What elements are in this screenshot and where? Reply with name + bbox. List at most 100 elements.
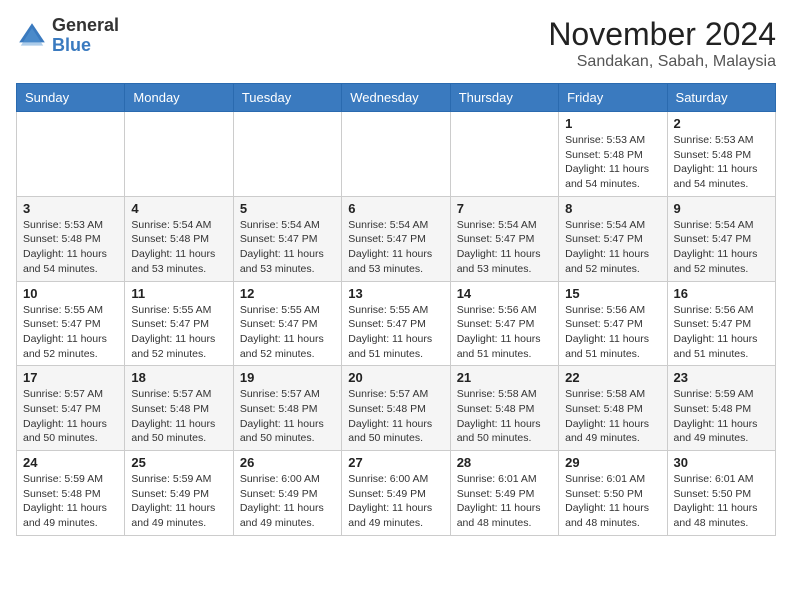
- calendar-cell: 14 Sunrise: 5:56 AM Sunset: 5:47 PM Dayli…: [450, 281, 558, 366]
- page-header: General Blue November 2024 Sandakan, Sab…: [16, 16, 776, 71]
- day-number: 8: [565, 201, 660, 216]
- calendar-cell: 7 Sunrise: 5:54 AM Sunset: 5:47 PM Daylig…: [450, 196, 558, 281]
- day-number: 24: [23, 455, 118, 470]
- day-number: 23: [674, 370, 769, 385]
- calendar-cell: 10Sunrise: 5:55 AM Sunset: 5:47 PM Dayli…: [17, 281, 125, 366]
- calendar-header: SundayMondayTuesdayWednesdayThursdayFrid…: [17, 84, 776, 112]
- day-info: Sunrise: 5:59 AM Sunset: 5:48 PM Dayligh…: [674, 387, 769, 446]
- day-info: Sunrise: 5:58 AM Sunset: 5:48 PM Dayligh…: [457, 387, 552, 446]
- calendar-cell: 5 Sunrise: 5:54 AM Sunset: 5:47 PM Daylig…: [233, 196, 341, 281]
- day-number: 29: [565, 455, 660, 470]
- day-info: Sunrise: 5:54 AM Sunset: 5:47 PM Dayligh…: [348, 218, 443, 277]
- day-number: 20: [348, 370, 443, 385]
- location-subtitle: Sandakan, Sabah, Malaysia: [548, 53, 776, 71]
- calendar-cell: 17 Sunrise: 5:57 AM Sunset: 5:47 PM Dayli…: [17, 366, 125, 451]
- calendar-cell: 22 Sunrise: 5:58 AM Sunset: 5:48 PM Dayli…: [559, 366, 667, 451]
- calendar-week-3: 10 Sunrise: 5:55 AM Sunset: 5:47 PM Dayli…: [17, 281, 776, 366]
- day-info: Sunrise: 5:57 AM Sunset: 5:48 PM Dayligh…: [131, 387, 226, 446]
- calendar-cell: 3Sunrise: 5:53 AM Sunset: 5:48 PM Daylig…: [17, 196, 125, 281]
- day-info: Sunrise: 5:58 AM Sunset: 5:48 PM Dayligh…: [565, 387, 660, 446]
- day-number: 13: [348, 286, 443, 301]
- calendar-cell: 9 Sunrise: 5:54 AM Sunset: 5:47 PM Daylig…: [667, 196, 775, 281]
- calendar-cell: 28Sunrise: 6:01 AM Sunset: 5:49 PM Dayli…: [450, 451, 558, 536]
- day-info: Sunrise: 5:57 AM Sunset: 5:48 PM Dayligh…: [240, 387, 335, 446]
- day-number: 27: [348, 455, 443, 470]
- day-info: Sunrise: 5:56 AM Sunset: 5:47 PM Dayligh…: [674, 303, 769, 362]
- day-number: 2: [674, 116, 769, 131]
- day-info: Sunrise: 5:54 AM Sunset: 5:47 PM Dayligh…: [457, 218, 552, 277]
- day-number: 16: [674, 286, 769, 301]
- calendar-cell: 1 Sunrise: 5:53 AM Sunset: 5:48 PM Daylig…: [559, 112, 667, 197]
- calendar-cell: [342, 112, 450, 197]
- calendar-cell: 20Sunrise: 5:57 AM Sunset: 5:48 PM Dayli…: [342, 366, 450, 451]
- calendar-cell: 4 Sunrise: 5:54 AM Sunset: 5:48 PM Daylig…: [125, 196, 233, 281]
- day-info: Sunrise: 5:54 AM Sunset: 5:47 PM Dayligh…: [674, 218, 769, 277]
- day-header-wednesday: Wednesday: [342, 84, 450, 112]
- day-number: 10: [23, 286, 118, 301]
- day-number: 6: [348, 201, 443, 216]
- day-info: Sunrise: 5:56 AM Sunset: 5:47 PM Dayligh…: [457, 303, 552, 362]
- calendar-table: SundayMondayTuesdayWednesdayThursdayFrid…: [16, 83, 776, 536]
- day-number: 1: [565, 116, 660, 131]
- day-info: Sunrise: 5:55 AM Sunset: 5:47 PM Dayligh…: [131, 303, 226, 362]
- calendar-cell: 8 Sunrise: 5:54 AM Sunset: 5:47 PM Daylig…: [559, 196, 667, 281]
- calendar-week-2: 3Sunrise: 5:53 AM Sunset: 5:48 PM Daylig…: [17, 196, 776, 281]
- calendar-cell: [450, 112, 558, 197]
- day-number: 18: [131, 370, 226, 385]
- logo: General Blue: [16, 16, 119, 56]
- calendar-cell: 13 Sunrise: 5:55 AM Sunset: 5:47 PM Dayli…: [342, 281, 450, 366]
- day-header-thursday: Thursday: [450, 84, 558, 112]
- calendar-cell: [125, 112, 233, 197]
- day-number: 14: [457, 286, 552, 301]
- day-number: 28: [457, 455, 552, 470]
- day-number: 5: [240, 201, 335, 216]
- day-header-saturday: Saturday: [667, 84, 775, 112]
- calendar-cell: 19 Sunrise: 5:57 AM Sunset: 5:48 PM Dayli…: [233, 366, 341, 451]
- day-number: 11: [131, 286, 226, 301]
- day-info: Sunrise: 5:59 AM Sunset: 5:48 PM Dayligh…: [23, 472, 118, 531]
- day-number: 30: [674, 455, 769, 470]
- day-info: Sunrise: 6:01 AM Sunset: 5:50 PM Dayligh…: [565, 472, 660, 531]
- title-block: November 2024 Sandakan, Sabah, Malaysia: [548, 16, 776, 71]
- day-number: 26: [240, 455, 335, 470]
- day-number: 19: [240, 370, 335, 385]
- day-number: 17: [23, 370, 118, 385]
- day-info: Sunrise: 5:53 AM Sunset: 5:48 PM Dayligh…: [23, 218, 118, 277]
- day-info: Sunrise: 5:55 AM Sunset: 5:47 PM Dayligh…: [348, 303, 443, 362]
- day-info: Sunrise: 5:54 AM Sunset: 5:48 PM Dayligh…: [131, 218, 226, 277]
- day-info: Sunrise: 5:57 AM Sunset: 5:47 PM Dayligh…: [23, 387, 118, 446]
- day-number: 9: [674, 201, 769, 216]
- day-info: Sunrise: 5:55 AM Sunset: 5:47 PM Dayligh…: [240, 303, 335, 362]
- calendar-cell: 6 Sunrise: 5:54 AM Sunset: 5:47 PM Daylig…: [342, 196, 450, 281]
- day-info: Sunrise: 5:54 AM Sunset: 5:47 PM Dayligh…: [240, 218, 335, 277]
- day-number: 12: [240, 286, 335, 301]
- calendar-cell: 24 Sunrise: 5:59 AM Sunset: 5:48 PM Dayli…: [17, 451, 125, 536]
- calendar-week-5: 24 Sunrise: 5:59 AM Sunset: 5:48 PM Dayli…: [17, 451, 776, 536]
- calendar-cell: 11 Sunrise: 5:55 AM Sunset: 5:47 PM Dayli…: [125, 281, 233, 366]
- calendar-cell: [233, 112, 341, 197]
- logo-blue-text: Blue: [52, 35, 91, 55]
- day-info: Sunrise: 6:01 AM Sunset: 5:50 PM Dayligh…: [674, 472, 769, 531]
- calendar-week-1: 1 Sunrise: 5:53 AM Sunset: 5:48 PM Daylig…: [17, 112, 776, 197]
- day-info: Sunrise: 5:54 AM Sunset: 5:47 PM Dayligh…: [565, 218, 660, 277]
- day-number: 21: [457, 370, 552, 385]
- day-info: Sunrise: 5:53 AM Sunset: 5:48 PM Dayligh…: [565, 133, 660, 192]
- calendar-cell: 21 Sunrise: 5:58 AM Sunset: 5:48 PM Dayli…: [450, 366, 558, 451]
- calendar-cell: 30 Sunrise: 6:01 AM Sunset: 5:50 PM Dayli…: [667, 451, 775, 536]
- logo-icon: [16, 20, 48, 52]
- day-number: 25: [131, 455, 226, 470]
- calendar-cell: 16 Sunrise: 5:56 AM Sunset: 5:47 PM Dayli…: [667, 281, 775, 366]
- calendar-cell: 29 Sunrise: 6:01 AM Sunset: 5:50 PM Dayli…: [559, 451, 667, 536]
- calendar-cell: [17, 112, 125, 197]
- calendar-cell: 25Sunrise: 5:59 AM Sunset: 5:49 PM Dayli…: [125, 451, 233, 536]
- day-header-friday: Friday: [559, 84, 667, 112]
- day-number: 4: [131, 201, 226, 216]
- calendar-body: 1 Sunrise: 5:53 AM Sunset: 5:48 PM Daylig…: [17, 112, 776, 536]
- day-number: 7: [457, 201, 552, 216]
- day-number: 22: [565, 370, 660, 385]
- day-header-tuesday: Tuesday: [233, 84, 341, 112]
- days-header-row: SundayMondayTuesdayWednesdayThursdayFrid…: [17, 84, 776, 112]
- calendar-cell: 27Sunrise: 6:00 AM Sunset: 5:49 PM Dayli…: [342, 451, 450, 536]
- calendar-cell: 26Sunrise: 6:00 AM Sunset: 5:49 PM Dayli…: [233, 451, 341, 536]
- day-info: Sunrise: 5:56 AM Sunset: 5:47 PM Dayligh…: [565, 303, 660, 362]
